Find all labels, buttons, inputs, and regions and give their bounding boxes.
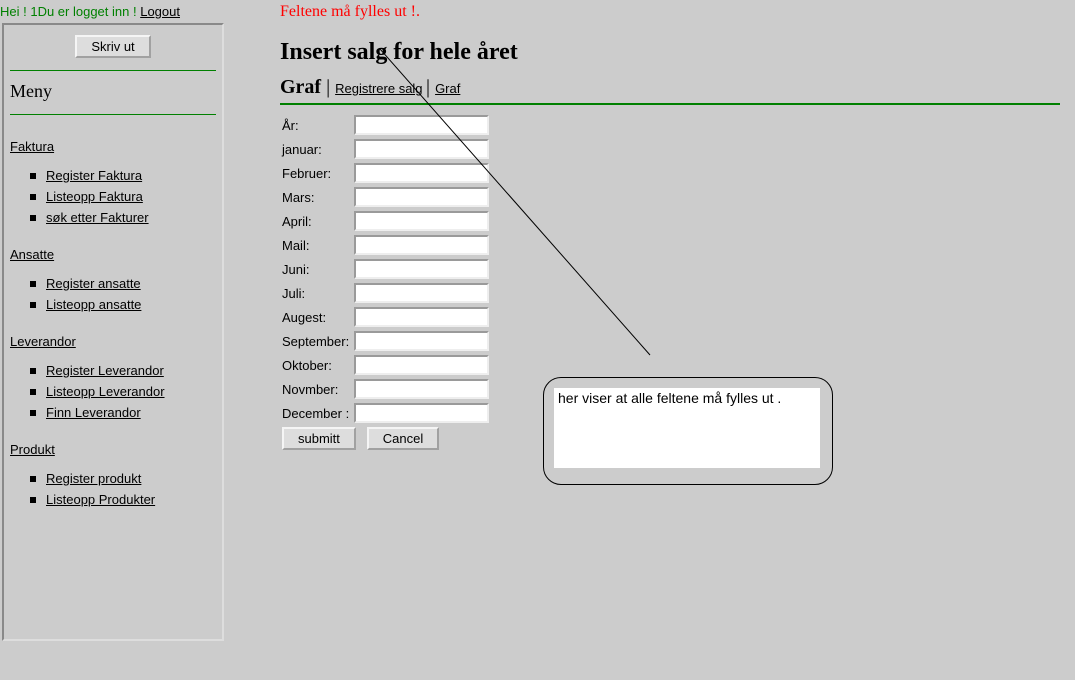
sidebar-scroll[interactable]: Skriv ut Meny Faktura Register Faktura L… <box>2 23 224 641</box>
annotation-callout: her viser at alle feltene må fylles ut . <box>543 377 833 485</box>
submit-button[interactable]: submitt <box>282 427 356 450</box>
annotation-text: her viser at alle feltene må fylles ut . <box>554 388 820 468</box>
menu-item[interactable]: Finn Leverandor <box>30 405 216 420</box>
input-juni[interactable] <box>354 259 489 279</box>
input-mail[interactable] <box>354 235 489 255</box>
menu-link[interactable]: Listeopp Produkter <box>46 492 155 507</box>
bullet-icon <box>30 389 36 395</box>
page-title: Insert salg for hele året <box>280 39 1070 66</box>
menu-item[interactable]: Register Leverandor <box>30 363 216 378</box>
divider <box>10 70 216 71</box>
menu-link[interactable]: Register Faktura <box>46 168 142 183</box>
input-februer[interactable] <box>354 163 489 183</box>
section-title-ansatte: Ansatte <box>10 247 54 262</box>
input-novmber[interactable] <box>354 379 489 399</box>
bullet-icon <box>30 368 36 374</box>
field-label: År: <box>280 113 352 137</box>
error-message: Feltene må fylles ut !. <box>280 3 1070 21</box>
field-label: januar: <box>280 137 352 161</box>
logout-link[interactable]: Logout <box>140 4 180 19</box>
menu-link[interactable]: Listeopp ansatte <box>46 297 141 312</box>
menu-link[interactable]: søk etter Fakturer <box>46 210 149 225</box>
menu-link[interactable]: Finn Leverandor <box>46 405 141 420</box>
field-label: Februer: <box>280 161 352 185</box>
input-oktober[interactable] <box>354 355 489 375</box>
menu-item[interactable]: Listeopp Produkter <box>30 492 216 507</box>
input-juli[interactable] <box>354 283 489 303</box>
bullet-icon <box>30 194 36 200</box>
field-label: Mail: <box>280 233 352 257</box>
link-graf[interactable]: Graf <box>435 81 460 96</box>
menu-title: Meny <box>10 81 216 108</box>
link-registrere-salg[interactable]: Registrere salg <box>335 81 422 96</box>
bullet-icon <box>30 302 36 308</box>
logged-in-text: Du er logget inn ! <box>38 4 137 19</box>
divider <box>10 114 216 115</box>
year-form: År: januar: Februer: Mars: April: Mail: … <box>280 113 491 452</box>
sidebar: Skriv ut Meny Faktura Register Faktura L… <box>4 25 222 575</box>
sub-heading: Graf | Registrere salg | Graf <box>280 76 1070 99</box>
field-label: Mars: <box>280 185 352 209</box>
menu-item[interactable]: Register Faktura <box>30 168 216 183</box>
bullet-icon <box>30 497 36 503</box>
divider <box>280 103 1060 105</box>
field-label: April: <box>280 209 352 233</box>
field-label: Oktober: <box>280 353 352 377</box>
section-title-faktura: Faktura <box>10 139 54 154</box>
bullet-icon <box>30 215 36 221</box>
field-label: December : <box>280 401 352 425</box>
menu-link[interactable]: Register produkt <box>46 471 141 486</box>
menu-item[interactable]: Listeopp ansatte <box>30 297 216 312</box>
cancel-button[interactable]: Cancel <box>367 427 439 450</box>
bullet-icon <box>30 281 36 287</box>
input-mars[interactable] <box>354 187 489 207</box>
field-label: Augest: <box>280 305 352 329</box>
field-label: Juni: <box>280 257 352 281</box>
menu-item[interactable]: Listeopp Leverandor <box>30 384 216 399</box>
input-april[interactable] <box>354 211 489 231</box>
bullet-icon <box>30 476 36 482</box>
greeting-text: Hei ! 1 <box>0 4 38 19</box>
field-label: Juli: <box>280 281 352 305</box>
menu-item[interactable]: Register ansatte <box>30 276 216 291</box>
input-januar[interactable] <box>354 139 489 159</box>
menu-item[interactable]: Listeopp Faktura <box>30 189 216 204</box>
menu-item[interactable]: søk etter Fakturer <box>30 210 216 225</box>
input-september[interactable] <box>354 331 489 351</box>
menu-link[interactable]: Listeopp Leverandor <box>46 384 165 399</box>
bullet-icon <box>30 410 36 416</box>
field-label: September: <box>280 329 352 353</box>
section-title-leverandor: Leverandor <box>10 334 76 349</box>
menu-link[interactable]: Listeopp Faktura <box>46 189 143 204</box>
input-year[interactable] <box>354 115 489 135</box>
field-label: Novmber: <box>280 377 352 401</box>
subhead-label: Graf <box>280 76 321 98</box>
menu-item[interactable]: Register produkt <box>30 471 216 486</box>
section-title-produkt: Produkt <box>10 442 55 457</box>
menu-link[interactable]: Register Leverandor <box>46 363 164 378</box>
input-december[interactable] <box>354 403 489 423</box>
bullet-icon <box>30 173 36 179</box>
print-button[interactable]: Skriv ut <box>75 35 150 58</box>
input-augest[interactable] <box>354 307 489 327</box>
menu-link[interactable]: Register ansatte <box>46 276 141 291</box>
